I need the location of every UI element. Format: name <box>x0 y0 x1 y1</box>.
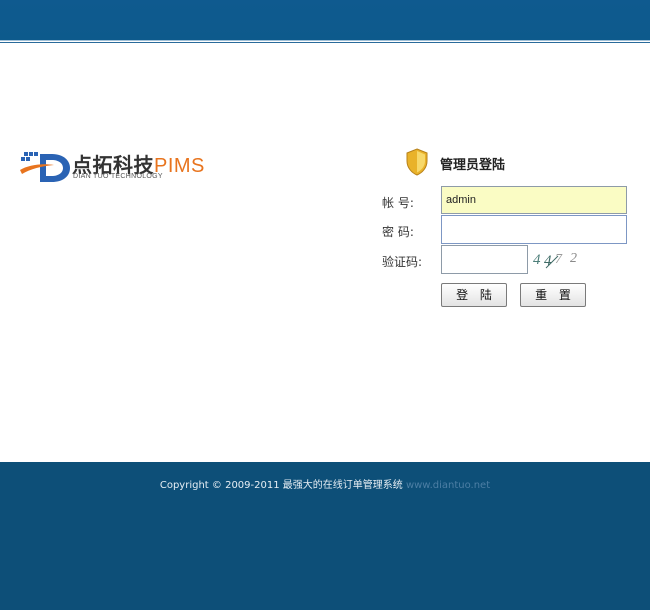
header-bar <box>0 0 650 40</box>
reset-button[interactable]: 重 置 <box>520 283 586 307</box>
header-divider <box>0 40 650 41</box>
brand-subtitle: DIAN TUO TECHNOLOGY <box>73 173 163 180</box>
copyright-main: Copyright © 2009-2011 最强大的在线订单管理系统 <box>159 480 403 491</box>
footer-site-link[interactable]: www.diantuo.net <box>406 480 490 491</box>
captcha-input[interactable] <box>441 245 528 274</box>
login-button[interactable]: 登 陆 <box>441 283 507 307</box>
account-label: 帐 号: <box>382 196 414 210</box>
login-title: 管理员登陆 <box>440 158 506 173</box>
captcha-char: 4 <box>533 252 541 268</box>
account-input[interactable] <box>441 186 627 214</box>
captcha-image[interactable]: 4 4 7 2 <box>532 248 584 270</box>
captcha-label: 验证码: <box>382 255 423 269</box>
brand-logo: 点拓科技PIMS DIAN TUO TECHNOLOGY <box>18 146 218 186</box>
shield-icon <box>406 148 428 176</box>
password-input[interactable] <box>441 215 627 244</box>
password-label: 密 码: <box>382 225 414 239</box>
header-divider-secondary <box>0 42 650 43</box>
dt-logo-icon <box>20 152 70 182</box>
captcha-char: 2 <box>570 251 577 266</box>
copyright-text: Copyright © 2009-2011 最强大的在线订单管理系统 www.d… <box>0 476 650 491</box>
captcha-char: 7 <box>555 252 563 267</box>
